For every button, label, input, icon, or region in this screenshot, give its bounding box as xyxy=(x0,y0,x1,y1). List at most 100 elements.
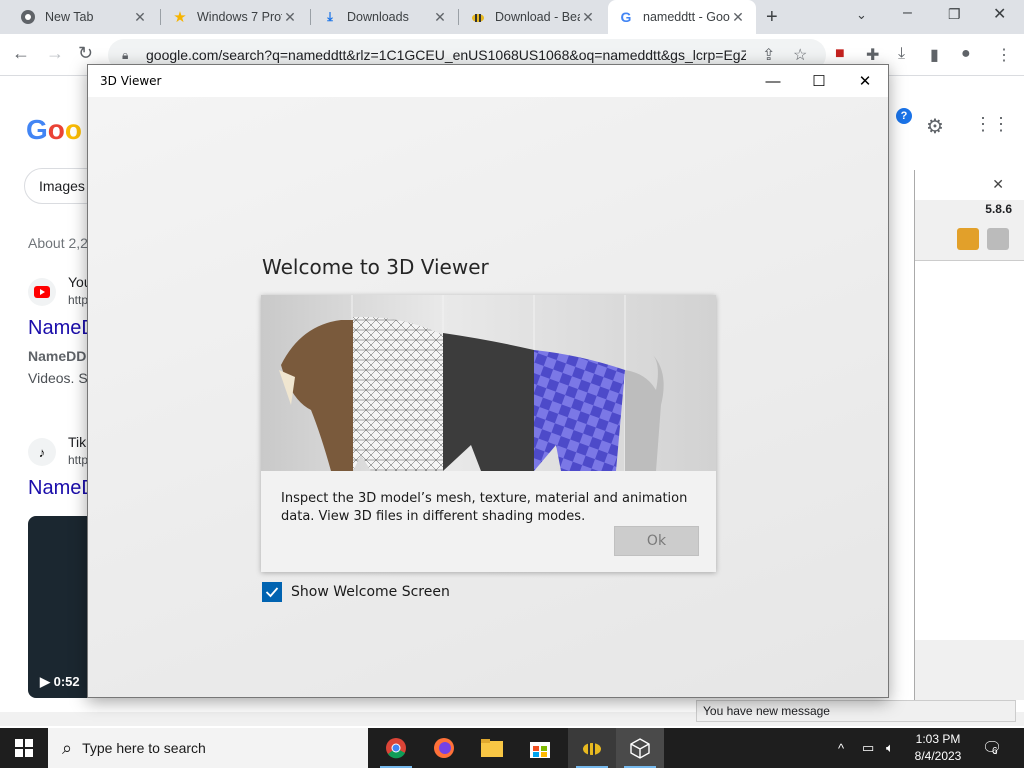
notification-center-icon[interactable]: 🗨︎ 6 xyxy=(982,738,1002,758)
trash-icon[interactable] xyxy=(987,228,1009,250)
share-icon[interactable]: ⇪ xyxy=(762,45,775,65)
result-url: http xyxy=(68,293,89,307)
app-version: 5.8.6 xyxy=(985,202,1012,216)
tab-separator xyxy=(310,9,311,25)
google-doodle-logo[interactable]: Goo xyxy=(26,114,82,146)
close-icon[interactable]: ✕ xyxy=(842,69,888,93)
tab-search-icon[interactable]: ⌄ xyxy=(856,7,867,23)
taskbar-chrome[interactable] xyxy=(372,728,420,768)
browser-tabstrip: New Tab ✕ ★ Windows 7 Prof ✕ ⤓ Downloads… xyxy=(0,0,1024,34)
side-panel-icon[interactable]: ▮ xyxy=(930,45,939,65)
show-hidden-icons[interactable]: ^ xyxy=(838,728,844,768)
background-app-window: ✕ 5.8.6 xyxy=(914,170,1024,700)
tab-nameddtt-google[interactable]: G nameddtt - Goo ✕ xyxy=(608,0,756,34)
viewer-titlebar: 3D Viewer — ☐ ✕ xyxy=(88,65,888,97)
checkmark-icon xyxy=(265,587,279,598)
windows-logo-icon xyxy=(15,739,33,757)
bee-icon xyxy=(583,743,601,755)
tab-downloads[interactable]: ⤓ Downloads ✕ xyxy=(312,0,458,34)
tab-download-bea[interactable]: Download - Bea ✕ xyxy=(460,0,606,34)
taskbar-search-box[interactable]: ⌕ Type here to search xyxy=(48,728,368,768)
lock-icon: 🔒︎ xyxy=(122,47,129,62)
tab-label: Windows 7 Prof xyxy=(197,10,282,24)
background-window-body xyxy=(915,260,1024,640)
downloads-icon[interactable]: ⤓ xyxy=(898,45,905,63)
folder-icon xyxy=(481,739,503,757)
close-tab-icon[interactable]: ✕ xyxy=(432,9,448,26)
volume-icon[interactable]: 🔈︎ xyxy=(886,728,894,768)
hero-image-sabertooth xyxy=(261,295,716,471)
welcome-card: Inspect the 3D model’s mesh, texture, ma… xyxy=(261,295,716,572)
show-welcome-label: Show Welcome Screen xyxy=(291,584,450,600)
video-duration: ▶ 0:52 xyxy=(40,674,80,689)
3d-cube-icon xyxy=(630,738,650,759)
taskbar-file-explorer[interactable] xyxy=(468,728,516,768)
youtube-icon xyxy=(28,278,56,306)
store-icon xyxy=(530,742,550,758)
close-tab-icon[interactable]: ✕ xyxy=(580,9,596,26)
close-tab-icon[interactable]: ✕ xyxy=(282,9,298,26)
clock-time: 1:03 PM xyxy=(915,732,961,746)
notification-count: 6 xyxy=(992,746,998,757)
tab-new-tab[interactable]: New Tab ✕ xyxy=(10,0,158,34)
help-icon[interactable]: ? xyxy=(896,108,912,124)
chrome-icon xyxy=(386,738,406,759)
result-snippet: NameDD xyxy=(28,348,87,364)
clock-date: 8/4/2023 xyxy=(914,749,962,763)
network-icon[interactable]: ▭ xyxy=(862,728,874,768)
show-welcome-checkbox-row[interactable]: Show Welcome Screen xyxy=(262,582,450,602)
welcome-description: Inspect the 3D model’s mesh, texture, ma… xyxy=(281,491,688,524)
apps-grid-icon[interactable]: ⋮⋮ xyxy=(974,114,1010,135)
tab-label: New Tab xyxy=(45,10,94,24)
url-text: google.com/search?q=nameddtt&rlz=1C1GCEU… xyxy=(146,47,746,63)
star-icon: ★ xyxy=(173,9,187,26)
minimize-icon[interactable]: — xyxy=(750,69,796,93)
google-icon: G xyxy=(620,9,632,25)
restore-icon[interactable]: ❐ xyxy=(948,6,961,23)
firefox-icon xyxy=(434,738,454,758)
taskbar-firefox[interactable] xyxy=(420,728,468,768)
reload-icon[interactable]: ↻ xyxy=(78,43,93,64)
taskbar-store[interactable] xyxy=(516,728,564,768)
windows-taskbar: ⌕ Type here to search ^ ▭ 🔈︎ 1:03 PM 8/4… xyxy=(0,728,1024,768)
message-notification[interactable]: You have new message xyxy=(696,700,1016,722)
profile-avatar-icon[interactable]: ● xyxy=(961,45,971,63)
close-icon[interactable]: ✕ xyxy=(992,176,1004,193)
tab-separator xyxy=(458,9,459,25)
bookmark-star-icon[interactable]: ☆ xyxy=(793,45,807,65)
show-welcome-checkbox[interactable] xyxy=(262,582,282,602)
result-snippet: Videos. S xyxy=(28,370,88,386)
upload-icon[interactable] xyxy=(957,228,979,250)
result-title-link[interactable]: NameD xyxy=(28,477,96,500)
menu-kebab-icon[interactable]: ⋮ xyxy=(996,45,1012,65)
back-icon[interactable]: ← xyxy=(12,43,30,64)
taskbar-bee-app[interactable] xyxy=(568,728,616,768)
close-tab-icon[interactable]: ✕ xyxy=(132,9,148,26)
download-icon: ⤓ xyxy=(327,9,333,24)
tab-label: Downloads xyxy=(347,10,409,24)
taskbar-3d-viewer[interactable] xyxy=(616,728,664,768)
minimize-icon[interactable]: – xyxy=(903,4,912,22)
close-icon[interactable]: ✕ xyxy=(993,4,1006,24)
new-tab-button[interactable]: + xyxy=(766,6,778,29)
bee-icon xyxy=(470,9,486,25)
extension-ublock-icon[interactable]: ■ xyxy=(835,45,845,63)
result-title-link[interactable]: NameD xyxy=(28,317,96,340)
tab-label: Download - Bea xyxy=(495,10,580,24)
tab-windows7[interactable]: ★ Windows 7 Prof ✕ xyxy=(162,0,308,34)
search-icon: ⌕ xyxy=(62,737,73,758)
tiktok-icon: ♪ xyxy=(28,438,56,466)
tab-separator xyxy=(160,9,161,25)
close-tab-icon[interactable]: ✕ xyxy=(730,9,746,26)
forward-icon[interactable]: → xyxy=(46,43,64,64)
start-button[interactable] xyxy=(0,728,48,768)
ok-button[interactable]: Ok xyxy=(614,526,699,556)
settings-gear-icon[interactable]: ⚙ xyxy=(926,114,944,139)
results-count: About 2,2 xyxy=(28,235,88,251)
system-clock[interactable]: 1:03 PM 8/4/2023 xyxy=(904,731,972,765)
maximize-icon[interactable]: ☐ xyxy=(796,69,842,93)
extensions-puzzle-icon[interactable]: ✚ xyxy=(866,45,879,65)
chrome-icon xyxy=(20,9,36,25)
result-url: http xyxy=(68,453,89,467)
result-source-name: Tik xyxy=(68,434,87,450)
